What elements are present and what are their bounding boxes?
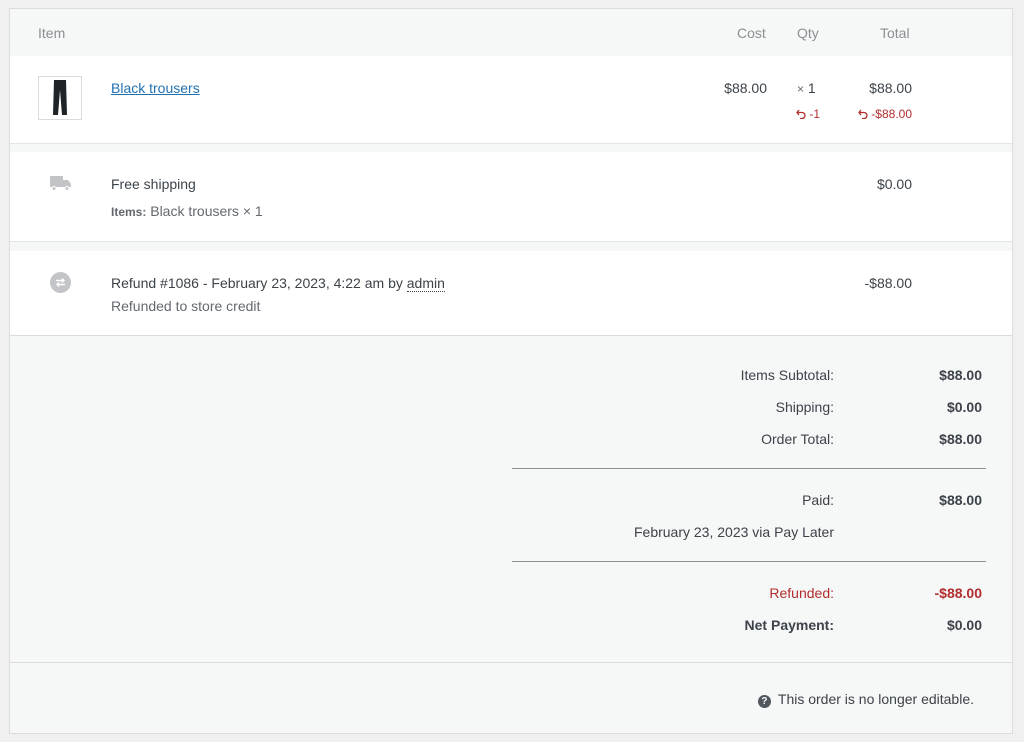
header-total: Total (880, 25, 910, 41)
item-cost: $88.00 (724, 80, 767, 96)
refunded-value: -$88.00 (934, 585, 982, 601)
paid-note: February 23, 2023 via Pay Later (633, 524, 834, 540)
refund-user-link[interactable]: admin (406, 275, 445, 292)
item-total: $88.00 (869, 80, 912, 96)
help-icon[interactable]: ? (757, 695, 771, 708)
qty-value: 1 (807, 80, 816, 96)
refund-undo-icon (858, 109, 868, 120)
refund-undo-icon (796, 109, 806, 120)
refunded-qty: -1 (796, 107, 820, 121)
paid-value: $88.00 (939, 492, 982, 508)
row-divider (10, 241, 1012, 242)
product-name-link[interactable]: Black trousers (111, 80, 200, 96)
order-total-label: Order Total: (761, 431, 834, 447)
refund-title-text: Refund #1086 - February 23, 2023, 4:22 a… (111, 275, 403, 291)
totals-separator (512, 561, 986, 562)
notice-text: This order is no longer editable. (777, 691, 974, 707)
order-total-value: $88.00 (939, 431, 982, 447)
order-items-panel: Item Cost Qty Total Black trousers $88.0… (9, 8, 1013, 734)
item-qty: × 1 (797, 80, 816, 96)
items-subtotal-value: $88.00 (939, 367, 982, 383)
items-subtotal-label: Items Subtotal: (740, 367, 834, 383)
refunded-total: -$88.00 (858, 107, 912, 121)
paid-label: Paid: (802, 492, 834, 508)
shipping-row: Free shipping Items: Black trousers × 1 … (10, 152, 1012, 241)
shipping-total-value: $0.00 (946, 399, 982, 415)
trousers-thumbnail (53, 80, 67, 115)
header-qty: Qty (797, 25, 819, 41)
refund-amount: -$88.00 (864, 275, 912, 291)
row-divider (10, 143, 1012, 144)
refunded-total-value: -$88.00 (871, 107, 912, 121)
net-payment-value: $0.00 (946, 617, 982, 633)
shipping-total: $0.00 (876, 176, 912, 192)
product-thumbnail[interactable] (38, 76, 82, 120)
shipping-items-label: Items: (111, 205, 147, 219)
header-cost: Cost (737, 25, 766, 41)
shipping-items-value: Black trousers × 1 (150, 203, 263, 219)
not-editable-notice: ? This order is no longer editable. (757, 691, 974, 708)
refund-icon (50, 272, 71, 293)
refunded-label: Refunded: (769, 585, 834, 601)
line-item-row: Black trousers $88.00 × 1 $88.00 -1 -$88… (10, 56, 1012, 143)
shipping-items: Items: Black trousers × 1 (111, 203, 263, 219)
refunded-qty-value: -1 (809, 107, 821, 121)
qty-times: × (797, 82, 805, 96)
row-divider (10, 335, 1012, 336)
refund-row: Refund #1086 - February 23, 2023, 4:22 a… (10, 251, 1012, 335)
refund-note: Refunded to store credit (111, 298, 261, 314)
refund-title: Refund #1086 - February 23, 2023, 4:22 a… (111, 275, 445, 292)
truck-icon (50, 176, 71, 191)
footer-divider (10, 662, 1012, 663)
shipping-method: Free shipping (111, 176, 196, 192)
net-payment-label: Net Payment: (744, 617, 834, 633)
header-item: Item (38, 25, 66, 41)
totals-separator (512, 468, 986, 469)
items-table-header: Item Cost Qty Total (10, 9, 1012, 56)
shipping-total-label: Shipping: (775, 399, 834, 415)
